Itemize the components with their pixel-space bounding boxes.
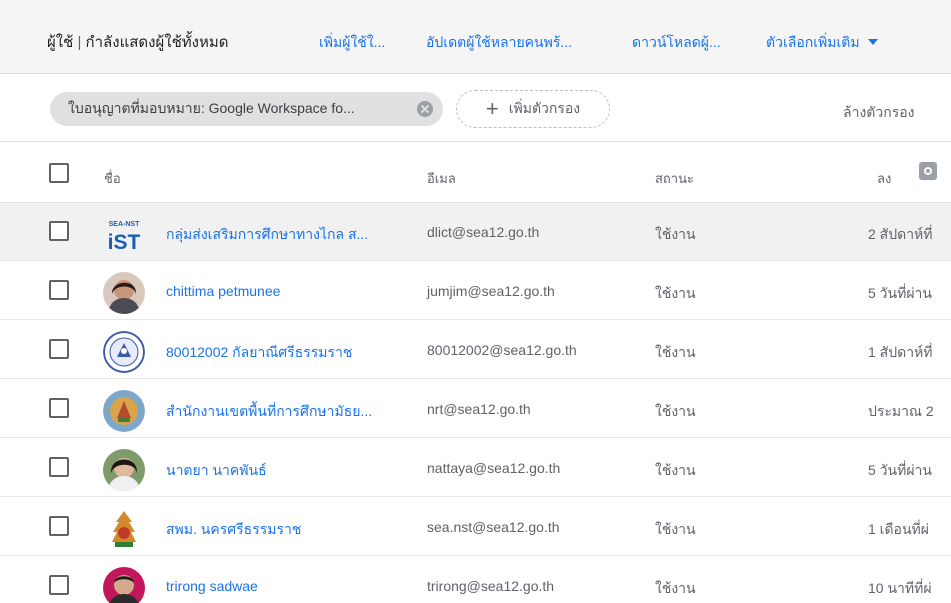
user-name-link[interactable]: 80012002 กัลยาณีศรีธรรมราช [166, 342, 352, 364]
user-status: ใช้งาน [655, 344, 696, 360]
more-options-label: ตัวเลือกเพิ่มเติม [766, 34, 860, 50]
user-name-link[interactable]: trirong sadwae [166, 578, 258, 594]
user-email: jumjim@sea12.go.th [427, 283, 555, 299]
table-header: ชื่อ อีเมล สถานะ ลง [0, 142, 951, 203]
office-emblem-icon [103, 508, 145, 550]
avatar [103, 331, 145, 373]
user-name-link[interactable]: สพม. นครศรีธรรมราช [166, 519, 301, 541]
table-row[interactable]: chittima petmunee jumjim@sea12.go.th ใช้… [0, 262, 951, 320]
svg-text:iST: iST [108, 231, 141, 254]
user-email: trirong@sea12.go.th [427, 578, 555, 594]
add-filter-button[interactable]: + เพิ่มตัวกรอง [456, 90, 610, 128]
user-name-link[interactable]: กลุ่มส่งเสริมการศึกษาทางไกล ส... [166, 224, 368, 246]
license-filter-chip[interactable]: ใบอนุญาตที่มอบหมาย: Google Workspace fo.… [50, 92, 443, 126]
avatar: SEA-NST iST [103, 213, 145, 255]
user-last-signin: 2 สัปดาห์ที่ [868, 226, 933, 242]
user-last-signin: 5 วันที่ผ่าน [868, 462, 932, 478]
row-checkbox[interactable] [49, 339, 69, 359]
table-row[interactable]: trirong sadwae trirong@sea12.go.th ใช้งา… [0, 557, 951, 603]
row-checkbox[interactable] [49, 280, 69, 300]
user-name-link[interactable]: chittima petmunee [166, 283, 280, 299]
select-all-checkbox[interactable] [49, 163, 69, 183]
remove-filter-icon[interactable] [417, 101, 433, 117]
filter-bar: ใบอนุญาตที่มอบหมาย: Google Workspace fo.… [0, 74, 951, 142]
row-checkbox[interactable] [49, 516, 69, 536]
avatar [103, 390, 145, 432]
download-users-button[interactable]: ดาวน์โหลดผู้... [632, 32, 721, 54]
column-header-email[interactable]: อีเมล [427, 168, 456, 189]
bulk-update-users-button[interactable]: อัปเดตผู้ใช้หลายคนพร้... [426, 32, 572, 54]
user-photo-icon [103, 449, 145, 491]
user-status: ใช้งาน [655, 226, 696, 242]
user-name-link[interactable]: นาตยา นาคพันธ์ [166, 460, 267, 482]
avatar [103, 449, 145, 491]
page-title: ผู้ใช้ | กำลังแสดงผู้ใช้ทั้งหมด [47, 30, 228, 54]
add-user-button[interactable]: เพิ่มผู้ใช้ใ... [319, 32, 385, 54]
user-email: sea.nst@sea12.go.th [427, 519, 560, 535]
user-status: ใช้งาน [655, 580, 696, 596]
user-status: ใช้งาน [655, 521, 696, 537]
table-row[interactable]: สพม. นครศรีธรรมราช sea.nst@sea12.go.th ใ… [0, 498, 951, 556]
table-row[interactable]: นาตยา นาคพันธ์ nattaya@sea12.go.th ใช้งา… [0, 439, 951, 497]
user-status: ใช้งาน [655, 285, 696, 301]
user-last-signin: 1 เดือนที่ผ่ [868, 521, 929, 537]
user-status: ใช้งาน [655, 403, 696, 419]
column-header-last-signin[interactable]: ลง [877, 168, 891, 189]
user-last-signin: 10 นาทีที่ผ่ [868, 580, 932, 596]
users-toolbar: ผู้ใช้ | กำลังแสดงผู้ใช้ทั้งหมด เพิ่มผู้… [0, 0, 951, 74]
avatar [103, 508, 145, 550]
column-header-status[interactable]: สถานะ [655, 168, 694, 189]
column-settings-icon[interactable] [919, 162, 937, 180]
plus-icon: + [485, 96, 499, 121]
title-separator: | [77, 34, 82, 51]
clear-filters-button[interactable]: ล้างตัวกรอง [843, 102, 914, 124]
svg-text:SEA-NST: SEA-NST [109, 221, 140, 228]
page-title-text: ผู้ใช้ [47, 34, 74, 51]
table-row[interactable]: สำนักงานเขตพื้นที่การศึกษามัธย... nrt@se… [0, 380, 951, 438]
row-checkbox[interactable] [49, 457, 69, 477]
filter-chip-label: ใบอนุญาตที่มอบหมาย: Google Workspace fo.… [68, 100, 355, 116]
user-status: ใช้งาน [655, 462, 696, 478]
column-header-name[interactable]: ชื่อ [104, 168, 121, 189]
row-checkbox[interactable] [49, 398, 69, 418]
user-photo-icon [103, 567, 145, 603]
user-last-signin: 5 วันที่ผ่าน [868, 285, 932, 301]
user-last-signin: ประมาณ 2 [868, 403, 934, 419]
add-filter-label: เพิ่มตัวกรอง [508, 100, 581, 116]
user-email: dlict@sea12.go.th [427, 224, 540, 240]
caret-down-icon [867, 39, 878, 45]
ist-logo-icon: SEA-NST iST [103, 213, 145, 255]
table-row[interactable]: 80012002 กัลยาณีศรีธรรมราช 80012002@sea1… [0, 321, 951, 379]
user-email: 80012002@sea12.go.th [427, 342, 577, 358]
user-email: nrt@sea12.go.th [427, 401, 531, 417]
user-last-signin: 1 สัปดาห์ที่ [868, 344, 933, 360]
page-subtitle: กำลังแสดงผู้ใช้ทั้งหมด [85, 34, 229, 51]
row-checkbox[interactable] [49, 221, 69, 241]
avatar [103, 272, 145, 314]
user-name-link[interactable]: สำนักงานเขตพื้นที่การศึกษามัธย... [166, 401, 372, 423]
row-checkbox[interactable] [49, 575, 69, 595]
avatar [103, 567, 145, 603]
school-seal-icon [103, 331, 145, 373]
more-options-button[interactable]: ตัวเลือกเพิ่มเติม [766, 32, 878, 54]
user-email: nattaya@sea12.go.th [427, 460, 561, 476]
user-photo-icon [103, 272, 145, 314]
office-emblem-icon [103, 390, 145, 432]
table-row[interactable]: SEA-NST iST กลุ่มส่งเสริมการศึกษาทางไกล … [0, 203, 951, 261]
